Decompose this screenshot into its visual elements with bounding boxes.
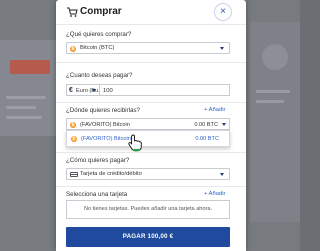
credit-card-icon [70, 172, 78, 177]
bitcoin-icon: ₿ [70, 45, 76, 52]
amount-value: 100 [103, 87, 113, 94]
payment-label: ¿Cómo quieres pagar? [66, 157, 130, 164]
payment-method-value: Tarjeta de crédito/débito [80, 171, 142, 177]
euro-icon: € [69, 86, 73, 94]
close-button[interactable]: × [214, 3, 232, 21]
currency-select[interactable]: € Euro (Eu... [66, 84, 103, 96]
receive-wallet-value: (FAVORITO) Bitcoin [80, 121, 130, 128]
amount-input[interactable]: 100 [99, 84, 230, 96]
dropdown-option-balance: 0.00 BTC [195, 136, 219, 142]
background-avatar [262, 44, 288, 70]
buy-asset-select[interactable]: ₿ Bitcoin (BTC) [66, 42, 230, 54]
section-divider [56, 62, 246, 63]
dropdown-option-label: (FAVORITO) Bitcoin [81, 136, 131, 142]
receive-wallet-dropdown: ₿ (FAVORITO) Bitcoin 0.00 BTC [66, 130, 230, 147]
chevron-down-icon [220, 173, 224, 176]
section-divider [56, 102, 246, 103]
modal-title: Comprar [80, 6, 122, 17]
add-card-link[interactable]: + Añadir [204, 191, 225, 197]
modal-header: Comprar × [56, 0, 246, 24]
no-cards-message: No tienes tarjetas. Puedes añadir una ta… [66, 200, 230, 219]
amount-label: ¿Cuanto deseas pagar? [66, 72, 133, 79]
payment-method-select[interactable]: Tarjeta de crédito/débito [66, 168, 230, 180]
background-line [6, 106, 36, 109]
chevron-down-icon [92, 89, 96, 92]
pay-button[interactable]: PAGAR 100,00 € [66, 227, 230, 247]
add-wallet-link[interactable]: + Añadir [204, 107, 225, 113]
receive-wallet-select[interactable]: ₿ (FAVORITO) Bitcoin 0.00 BTC [66, 118, 230, 130]
close-icon: × [220, 6, 226, 17]
card-label: Selecciona una tarjeta [66, 191, 128, 198]
bitcoin-icon: ₿ [71, 136, 77, 142]
chevron-down-icon [222, 123, 226, 126]
buy-modal: Comprar × ¿Qué quieres comprar? ₿ Bitcoi… [56, 0, 246, 251]
section-divider [56, 152, 246, 153]
amount-row: € Euro (Eu... 100 [66, 84, 230, 96]
bitcoin-icon: ₿ [70, 121, 76, 128]
background-line [256, 90, 290, 93]
receive-label: ¿Dónde quieres recibirlas? [66, 107, 140, 114]
shopping-cart-icon [67, 7, 78, 17]
background-panel-left [0, 40, 56, 136]
section-divider [56, 186, 246, 187]
receive-wallet-balance: 0.00 BTC [194, 121, 218, 128]
background-line [256, 100, 284, 103]
header-divider [56, 24, 246, 25]
background-line [6, 96, 46, 99]
chevron-down-icon [220, 47, 224, 50]
background-line [6, 116, 42, 119]
background-badge [10, 60, 50, 74]
hand-cursor-icon [128, 134, 142, 152]
buy-label: ¿Qué quieres comprar? [66, 31, 132, 38]
buy-asset-value: Bitcoin (BTC) [80, 45, 115, 51]
